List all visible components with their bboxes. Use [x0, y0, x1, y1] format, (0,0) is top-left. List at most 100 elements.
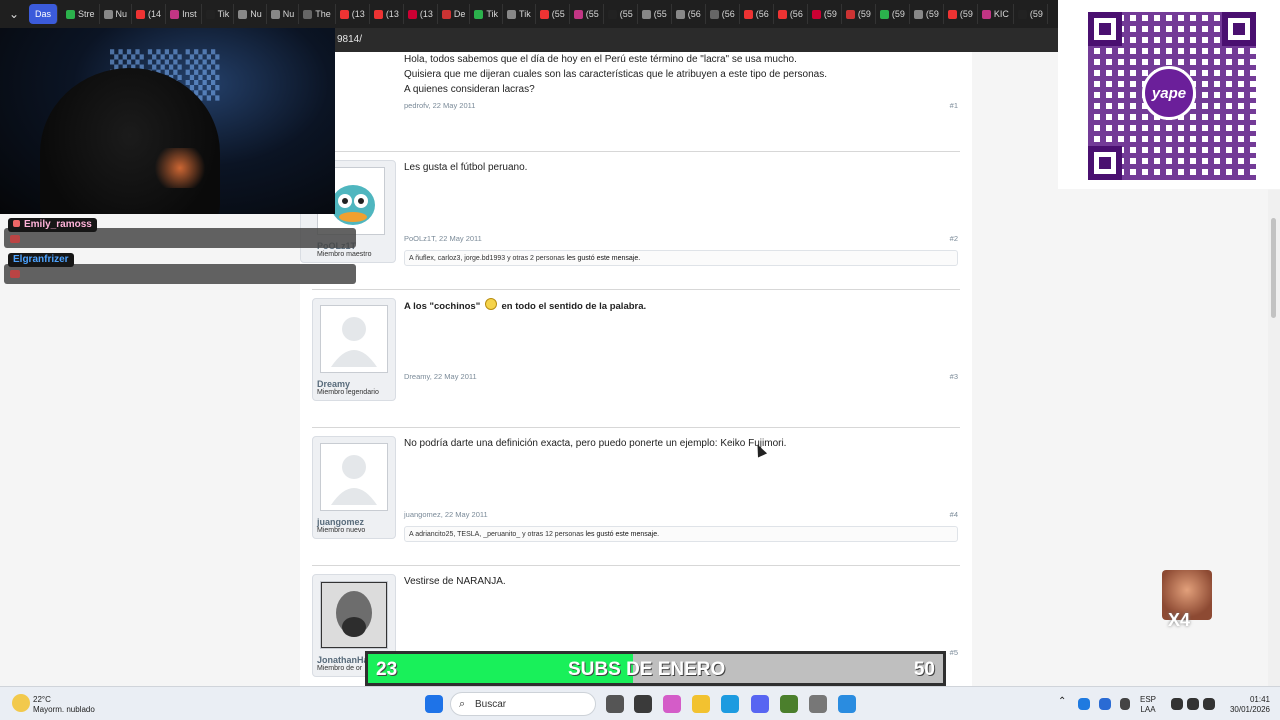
microphone-icon[interactable] [1120, 698, 1130, 710]
browser-tab[interactable]: (59 [944, 4, 978, 24]
likes-users[interactable]: A adriancito25, TESLA, _peruanito_ y otr… [409, 531, 584, 538]
user-block: Dreamy Miembro legendario [312, 298, 396, 401]
tab-list-chevron-icon[interactable]: ⌄ [3, 3, 25, 25]
post-number-link[interactable]: #2 [950, 234, 958, 243]
chat-username-text: Elgranfrizer [13, 254, 69, 265]
tab-label: (59 [857, 9, 871, 19]
network-icon[interactable] [1171, 698, 1183, 710]
likes-users[interactable]: A ñuflex, carloz3, jorge.bd1993 y otras … [409, 255, 565, 262]
avatar[interactable] [320, 305, 388, 373]
browser-tab[interactable]: (59 [1014, 4, 1048, 24]
tab-label: (56 [687, 9, 701, 19]
weather-widget[interactable]: 22°C Mayorm. nublado [33, 695, 95, 715]
copilot-icon[interactable] [663, 695, 681, 713]
username[interactable]: Dreamy [313, 377, 395, 389]
chat-emote-icon [10, 235, 20, 243]
browser-tab[interactable]: Nu [100, 4, 133, 24]
widgets-icon[interactable] [634, 695, 652, 713]
edge-browser-icon[interactable] [721, 695, 739, 713]
app-icon[interactable] [838, 695, 856, 713]
browser-tab[interactable]: (56 [706, 4, 740, 24]
browser-tab[interactable]: (59 [876, 4, 910, 24]
tab-label: (55 [653, 9, 667, 19]
clock[interactable]: 01:41 30/01/2026 [1222, 695, 1270, 715]
tab-favicon-icon [136, 9, 146, 19]
post-1-line: Quisiera que me dijeran cuales son las c… [404, 69, 828, 80]
tab-label: Stre [78, 9, 95, 19]
volume-icon[interactable] [1187, 698, 1199, 710]
tab-favicon-icon [777, 9, 787, 19]
weather-icon[interactable] [12, 694, 30, 712]
sync-icon[interactable] [1078, 698, 1090, 710]
tab-favicon-icon [205, 9, 215, 19]
scrollbar-thumb[interactable] [1271, 218, 1276, 318]
browser-tab[interactable]: Nu [234, 4, 267, 24]
taskbar-search[interactable]: ⌕ Buscar [450, 692, 596, 716]
tab-label: (59 [1029, 9, 1043, 19]
tab-label: (56 [721, 9, 735, 19]
tab-favicon-icon [441, 9, 451, 19]
post-number-link[interactable]: #4 [950, 510, 958, 519]
post-number-link[interactable]: #5 [950, 648, 958, 657]
app-icon[interactable] [780, 695, 798, 713]
browser-tab[interactable]: Tik [202, 4, 235, 24]
tab-label: Das [35, 9, 52, 19]
battery-icon[interactable] [1203, 698, 1215, 710]
browser-tab[interactable]: Inst [166, 4, 202, 24]
file-explorer-icon[interactable] [692, 695, 710, 713]
photo-avatar-icon [322, 583, 386, 647]
scrollbar[interactable] [1268, 190, 1280, 686]
browser-tab[interactable]: (59 [808, 4, 842, 24]
tab-label: Nu [250, 9, 262, 19]
browser-tab[interactable]: The [299, 4, 336, 24]
tab-label: (55 [619, 9, 633, 19]
chat-emote-icon [10, 270, 20, 278]
post-author-date[interactable]: juangomez, 22 May 2011 [404, 510, 488, 519]
post-author-date[interactable]: pedrofv, 22 May 2011 [404, 101, 475, 110]
browser-tab[interactable]: (56 [774, 4, 808, 24]
browser-tab[interactable]: (13 [336, 4, 370, 24]
language-indicator[interactable]: ESP LAA [1140, 695, 1156, 715]
browser-tab[interactable]: (56 [672, 4, 706, 24]
post-3-text-b: en todo el sentido de la palabra. [501, 301, 647, 312]
chevron-up-icon[interactable]: ⌃ [1058, 697, 1066, 707]
tab-label: (13 [419, 9, 433, 19]
browser-tab[interactable]: Stre [62, 4, 100, 24]
browser-tab[interactable]: (59 [910, 4, 944, 24]
browser-tab[interactable]: (55 [570, 4, 604, 24]
username[interactable]: juangomez [313, 515, 395, 527]
avatar[interactable] [320, 581, 388, 649]
tab-favicon-icon [66, 9, 76, 19]
browser-tab[interactable]: (55 [638, 4, 672, 24]
browser-tab[interactable]: (14 [132, 4, 167, 24]
browser-tab[interactable]: (13 [404, 4, 438, 24]
browser-tab[interactable]: (56 [740, 4, 774, 24]
tab-active[interactable]: Das [29, 4, 59, 24]
post-author-date[interactable]: Dreamy, 22 May 2011 [404, 372, 477, 381]
tab-favicon-icon [474, 9, 484, 19]
onedrive-icon[interactable] [1099, 698, 1111, 710]
browser-tab[interactable]: (13 [370, 4, 404, 24]
post-number-link[interactable]: #3 [950, 372, 958, 381]
obs-icon[interactable] [809, 695, 827, 713]
browser-tab[interactable]: Tik [470, 4, 504, 24]
browser-tab[interactable]: KIC [978, 4, 1014, 24]
user-rank: Miembro maestro [317, 251, 372, 258]
tab-favicon-icon [103, 9, 113, 19]
post-number-link[interactable]: #1 [950, 101, 958, 110]
browser-tab[interactable]: Tik [503, 4, 536, 24]
task-view-icon[interactable] [606, 695, 624, 713]
smile-emoji-icon [484, 298, 497, 310]
tab-favicon-icon [607, 9, 617, 19]
browser-tab[interactable]: (55 [604, 4, 638, 24]
chat-username-text: Emily_ramoss [24, 219, 92, 230]
browser-tab[interactable]: Nu [267, 4, 300, 24]
browser-tab[interactable]: (55 [536, 4, 570, 24]
browser-tab[interactable]: (59 [842, 4, 876, 24]
browser-tab[interactable]: De [438, 4, 471, 24]
windows-start-icon[interactable] [425, 695, 443, 713]
post-author-date[interactable]: PoOLz1T, 22 May 2011 [404, 234, 482, 243]
discord-icon[interactable] [751, 695, 769, 713]
avatar[interactable] [320, 443, 388, 511]
tab-favicon-icon [507, 9, 517, 19]
